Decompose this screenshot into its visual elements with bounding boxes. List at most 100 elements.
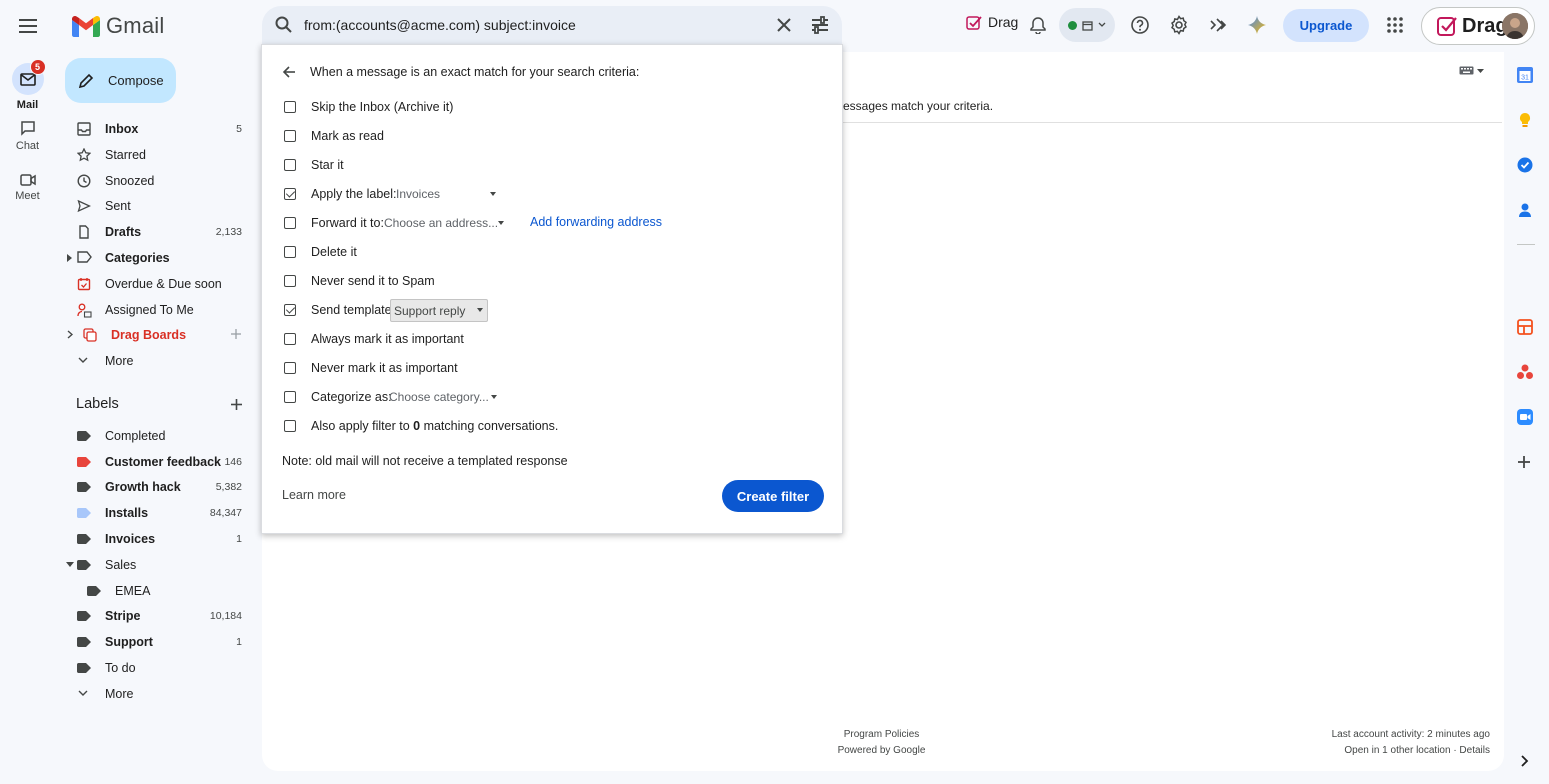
- option-label[interactable]: Forward it to:: [311, 216, 384, 230]
- learn-more-link[interactable]: Learn more: [282, 488, 346, 502]
- search-icon[interactable]: [274, 15, 294, 35]
- activity-details-link[interactable]: Open in 1 other location · Details: [1290, 743, 1490, 759]
- option-label[interactable]: Never mark it as important: [311, 361, 458, 375]
- label-item[interactable]: Installs 84,347: [68, 500, 254, 526]
- help-icon[interactable]: [1130, 15, 1150, 35]
- nav-drag-boards[interactable]: Drag Boards: [67, 322, 254, 348]
- label-name: Stripe: [105, 609, 141, 623]
- account-switcher[interactable]: Drag: [1421, 7, 1535, 45]
- search-input[interactable]: [304, 15, 754, 35]
- input-tools-button[interactable]: [1459, 66, 1484, 75]
- add-label-icon[interactable]: [230, 398, 243, 411]
- nav-overdue[interactable]: Overdue & Due soon: [68, 271, 254, 297]
- option-label[interactable]: Always mark it as important: [311, 332, 464, 346]
- nav-snoozed[interactable]: Snoozed: [68, 168, 254, 194]
- search-options-icon[interactable]: [810, 15, 830, 35]
- option-label[interactable]: Delete it: [311, 245, 357, 259]
- program-policies-link[interactable]: Program Policies: [820, 727, 943, 743]
- option-label[interactable]: Also apply filter to 0 matching conversa…: [311, 419, 558, 433]
- checkbox[interactable]: [284, 275, 296, 287]
- checkbox[interactable]: [284, 391, 296, 403]
- checkbox[interactable]: [284, 333, 296, 345]
- checkbox[interactable]: [284, 420, 296, 432]
- checkbox[interactable]: [284, 246, 296, 258]
- checkbox[interactable]: [284, 217, 296, 229]
- label-item[interactable]: Stripe 10,184: [68, 603, 254, 629]
- rail-chat[interactable]: Chat: [0, 120, 55, 152]
- option-label[interactable]: Mark as read: [311, 129, 384, 143]
- label-item[interactable]: Support 1: [68, 629, 254, 655]
- settings-gear-icon[interactable]: [1169, 15, 1189, 35]
- label-count: 1: [236, 533, 242, 545]
- checkbox[interactable]: [284, 101, 296, 113]
- nav-assigned[interactable]: Assigned To Me: [68, 297, 254, 323]
- upgrade-button[interactable]: Upgrade: [1283, 9, 1369, 42]
- checkbox[interactable]: [284, 362, 296, 374]
- add-forwarding-address-link[interactable]: Add forwarding address: [530, 215, 662, 229]
- expand-arrow-icon[interactable]: [67, 254, 72, 262]
- checkbox-checked[interactable]: [284, 188, 296, 200]
- label-item[interactable]: Completed: [68, 423, 254, 449]
- nav-more[interactable]: More: [68, 348, 254, 374]
- create-filter-button[interactable]: Create filter: [722, 480, 824, 512]
- label-item[interactable]: Sales: [66, 552, 254, 578]
- gemini-sparkle-icon[interactable]: [1247, 15, 1267, 35]
- add-board-icon[interactable]: [230, 328, 242, 340]
- contacts-app-icon[interactable]: [1516, 201, 1534, 219]
- label-item[interactable]: Growth hack 5,382: [68, 474, 254, 500]
- tasks-app-icon[interactable]: [1516, 156, 1534, 174]
- option-label[interactable]: Send template:: [311, 303, 395, 317]
- option-delete: Delete it: [284, 242, 357, 262]
- label-name: EMEA: [115, 584, 151, 598]
- zoom-app-icon[interactable]: [1516, 408, 1534, 426]
- option-label[interactable]: Star it: [311, 158, 344, 172]
- template-select[interactable]: Support reply: [390, 299, 489, 322]
- nav-starred[interactable]: Starred: [68, 142, 254, 168]
- show-side-panel-chevron-icon[interactable]: [1519, 754, 1529, 768]
- label-item[interactable]: To do: [68, 655, 254, 681]
- label-item[interactable]: More: [68, 681, 254, 707]
- nav-sent[interactable]: Sent: [68, 193, 254, 219]
- option-label[interactable]: Categorize as:: [311, 390, 392, 404]
- gmail-logo[interactable]: Gmail: [72, 12, 164, 40]
- keep-app-icon[interactable]: [1516, 111, 1534, 129]
- expand-chevron-icon[interactable]: [67, 330, 73, 339]
- calendar-app-icon[interactable]: 31: [1516, 66, 1534, 84]
- label-tag-icon: [77, 637, 91, 647]
- forward-address-select[interactable]: Choose an address...: [384, 214, 508, 232]
- clear-search-icon[interactable]: [774, 15, 794, 35]
- apps-grid-icon[interactable]: [1386, 16, 1404, 34]
- nav-drafts[interactable]: Drafts 2,133: [68, 219, 254, 245]
- caret-down-icon: [490, 192, 496, 196]
- option-label[interactable]: Never send it to Spam: [311, 274, 435, 288]
- category-select[interactable]: Choose category...: [389, 388, 501, 406]
- avatar[interactable]: [1502, 13, 1528, 39]
- label-item[interactable]: Customer feedback 146: [68, 449, 254, 475]
- status-selector[interactable]: [1059, 8, 1115, 42]
- drag-extension-button[interactable]: Drag: [966, 14, 1018, 30]
- nav-categories[interactable]: Categories: [67, 245, 254, 271]
- search-bar[interactable]: [262, 6, 842, 44]
- checkbox[interactable]: [284, 130, 296, 142]
- sidekick-icon[interactable]: [1208, 15, 1228, 35]
- checkbox[interactable]: [284, 159, 296, 171]
- label-item[interactable]: EMEA: [68, 578, 254, 604]
- nav-inbox[interactable]: Inbox 5: [68, 116, 254, 142]
- label-select[interactable]: Invoices: [396, 185, 500, 203]
- compose-button[interactable]: Compose: [65, 58, 176, 103]
- option-label[interactable]: Apply the label:: [311, 187, 396, 201]
- label-count: 84,347: [209, 507, 242, 519]
- checkbox-checked[interactable]: [284, 304, 296, 316]
- get-addons-plus-icon[interactable]: [1516, 454, 1532, 470]
- option-label[interactable]: Skip the Inbox (Archive it): [311, 100, 453, 114]
- main-menu-button[interactable]: [14, 12, 42, 40]
- back-arrow-icon[interactable]: [282, 65, 296, 79]
- collapse-arrow-icon[interactable]: [66, 562, 74, 567]
- rail-meet[interactable]: Meet: [0, 174, 55, 202]
- addon-circles-icon[interactable]: [1516, 363, 1534, 381]
- nav-count: 5: [236, 123, 242, 135]
- notifications-bell-icon[interactable]: [1030, 17, 1046, 34]
- rail-mail[interactable]: 5 Mail: [0, 59, 55, 111]
- label-item[interactable]: Invoices 1: [68, 526, 254, 552]
- addon-board-icon[interactable]: [1516, 318, 1534, 336]
